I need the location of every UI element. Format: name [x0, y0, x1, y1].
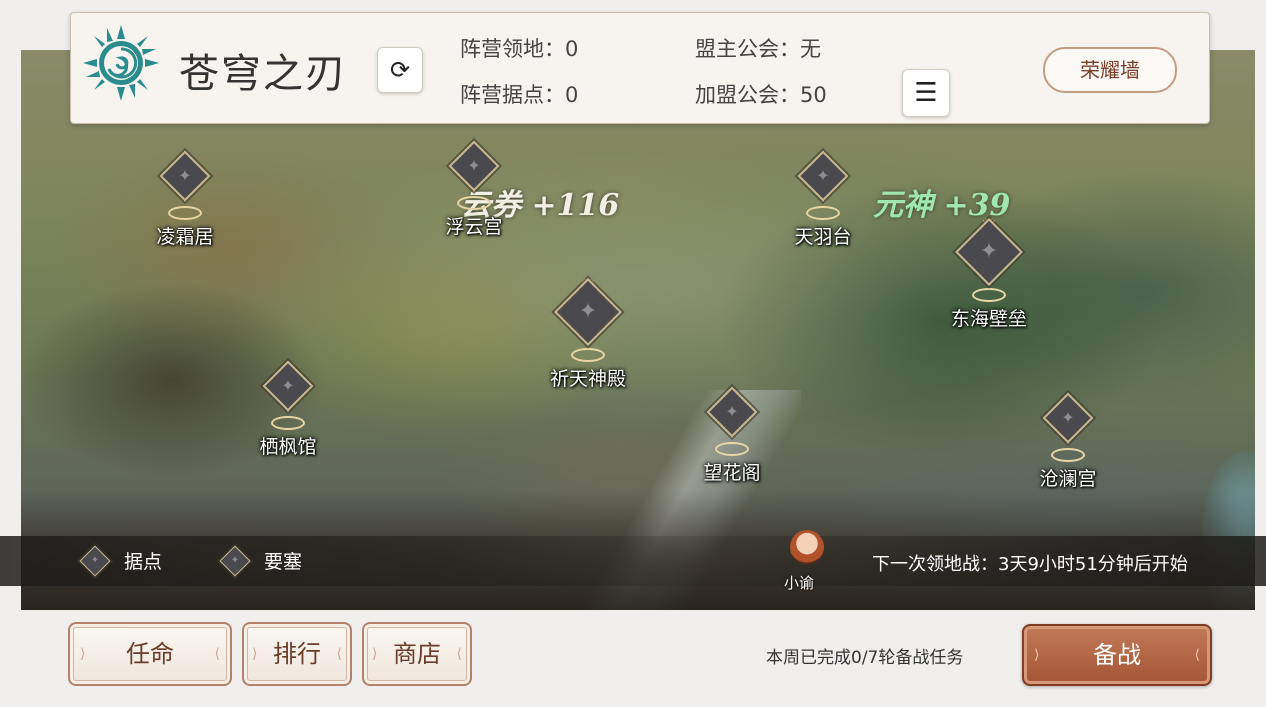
shop-label: 商店: [393, 640, 441, 668]
marker-ring: [571, 348, 605, 362]
refresh-button[interactable]: ⟳: [377, 47, 423, 93]
weekly-progress-text: 本周已完成0/7轮备战任务: [766, 648, 964, 668]
menu-button[interactable]: ☰: [902, 69, 950, 117]
location-donghaibilei[interactable]: ♛ 东海壁垒: [929, 217, 1049, 331]
location-wanghuage[interactable]: 望花阁: [672, 386, 792, 485]
location-label: 东海壁垒: [950, 308, 1027, 330]
menu-icon: ☰: [914, 78, 938, 108]
guild-name: 苍穹之刃: [179, 51, 347, 97]
prepare-label: 备战: [1093, 641, 1141, 669]
stronghold-icon: [797, 150, 849, 202]
location-lingshuangju[interactable]: 凌霜居: [125, 150, 245, 249]
shop-button[interactable]: ⟩ 商店 ⟨: [362, 622, 472, 686]
ornament-left-icon: ⟩: [80, 646, 86, 662]
marker-ring: [457, 196, 491, 210]
location-label: 凌霜居: [156, 226, 214, 248]
stronghold-icon: [159, 150, 211, 202]
stronghold-icon: [1042, 392, 1094, 444]
marker-ring: [168, 206, 202, 220]
ornament-left-icon: ⟩: [252, 646, 258, 662]
rank-button[interactable]: ⟩ 排行 ⟨: [242, 622, 352, 686]
territory-stat: 阵营领地：0: [460, 37, 579, 61]
location-label: 祈天神殿: [549, 368, 626, 390]
ornament-right-icon: ⟨: [456, 646, 462, 662]
world-map[interactable]: 云券 +116 元神 +39 凌霜居 浮云宫 天羽台 ♛ 东海壁垒 ♛ 祈天神殿…: [21, 50, 1255, 610]
refresh-icon: ⟳: [389, 56, 411, 84]
location-tianyutai[interactable]: 天羽台: [763, 150, 883, 249]
location-qifengguan[interactable]: 栖枫馆: [228, 360, 348, 459]
legend-fortress: 要塞: [219, 544, 303, 577]
ornament-right-icon: ⟨: [1194, 647, 1200, 663]
legend-stronghold: 据点: [79, 544, 163, 577]
location-label: 沧澜宫: [1039, 468, 1097, 490]
marker-ring: [972, 288, 1006, 302]
legend-stronghold-label: 据点: [124, 551, 163, 573]
location-label: 天羽台: [794, 226, 852, 248]
honor-wall-button[interactable]: 荣耀墙: [1043, 47, 1177, 93]
location-label: 望花阁: [703, 462, 761, 484]
member-guilds-stat: 加盟公会：50: [695, 83, 827, 107]
appoint-button[interactable]: ⟩ 任命 ⟨: [68, 622, 232, 686]
prepare-button[interactable]: ⟩ 备战 ⟨: [1022, 624, 1212, 686]
ornament-left-icon: ⟩: [1034, 647, 1040, 663]
marker-ring: [1051, 448, 1085, 462]
ornament-right-icon: ⟨: [336, 646, 342, 662]
appoint-label: 任命: [126, 640, 174, 668]
guild-info-panel: 苍穹之刃 ⟳ 阵营领地：0 阵营据点：0 盟主公会：无 加盟公会：50 ☰ 荣耀…: [70, 12, 1210, 124]
leader-guild-stat: 盟主公会：无: [695, 37, 821, 61]
ornament-left-icon: ⟩: [372, 646, 378, 662]
marker-ring: [271, 416, 305, 430]
location-label: 栖枫馆: [259, 436, 317, 458]
strongholds-stat: 阵营据点：0: [460, 83, 579, 107]
location-qitianshendian[interactable]: ♛ 祈天神殿: [528, 277, 648, 391]
stronghold-icon: [79, 544, 111, 577]
fortress-icon: [219, 544, 251, 577]
next-battle-countdown: 下一次领地战：3天9小时51分钟后开始: [872, 554, 1188, 575]
location-label: 浮云宫: [445, 216, 503, 238]
marker-ring: [715, 442, 749, 456]
rank-label: 排行: [273, 640, 321, 668]
ornament-right-icon: ⟨: [214, 646, 220, 662]
stronghold-icon: [706, 386, 758, 438]
stronghold-icon: [262, 360, 314, 412]
location-canglangong[interactable]: 沧澜宫: [1008, 392, 1128, 491]
location-fuyungong[interactable]: 浮云宫: [414, 140, 534, 239]
npc-name: 小谕: [784, 574, 815, 592]
legend-fortress-label: 要塞: [264, 551, 303, 573]
stronghold-icon: [448, 140, 500, 192]
marker-ring: [806, 206, 840, 220]
npc-avatar[interactable]: [790, 530, 824, 564]
guild-emblem-icon: [83, 25, 159, 101]
